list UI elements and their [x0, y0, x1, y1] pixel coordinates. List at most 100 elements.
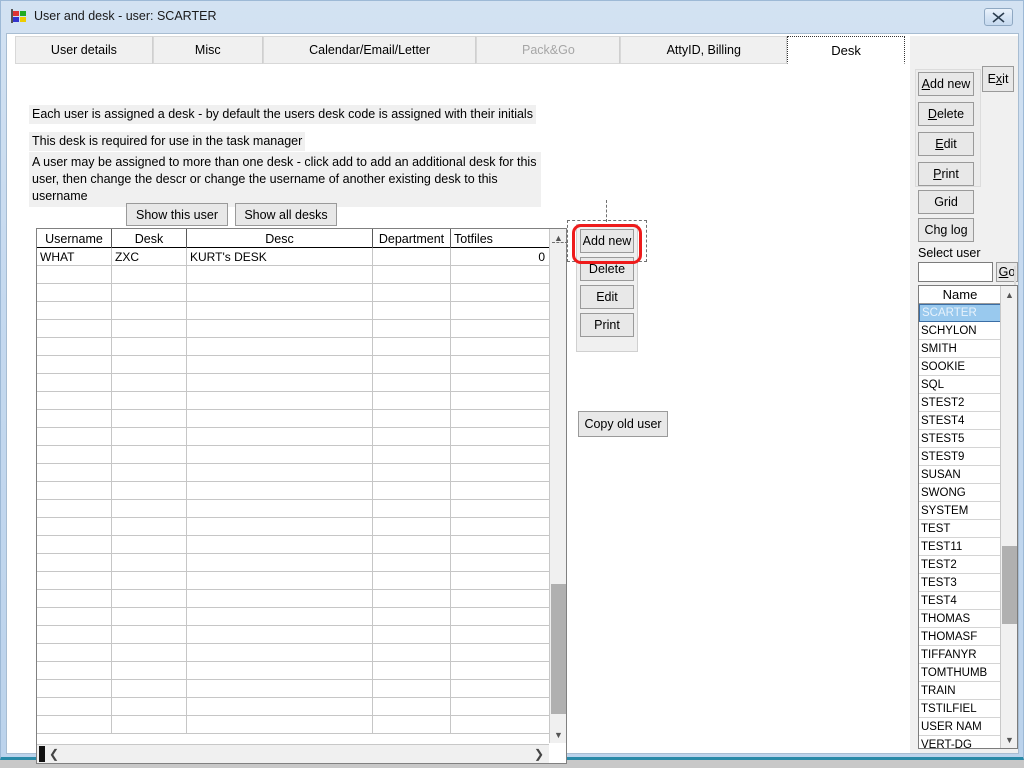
cell-username[interactable]	[37, 590, 112, 608]
table-row[interactable]	[37, 356, 550, 374]
cell-desk[interactable]	[112, 662, 187, 680]
table-row[interactable]	[37, 680, 550, 698]
cell-totfiles[interactable]: 0	[451, 248, 548, 266]
cell-totfiles[interactable]	[451, 446, 548, 464]
cell-desk[interactable]	[112, 338, 187, 356]
grid-body[interactable]: WHAT ZXC KURT's DESK 0	[37, 248, 550, 743]
cell-desk[interactable]	[112, 608, 187, 626]
table-row[interactable]	[37, 374, 550, 392]
cell-totfiles[interactable]	[451, 464, 548, 482]
cell-department[interactable]	[373, 500, 451, 518]
list-item[interactable]: SUSAN	[919, 466, 1001, 484]
grid-vertical-scroll-thumb[interactable]	[551, 584, 566, 714]
list-item[interactable]: SYSTEM	[919, 502, 1001, 520]
list-item[interactable]: SOOKIE	[919, 358, 1001, 376]
list-item[interactable]: TEST11	[919, 538, 1001, 556]
cell-username[interactable]	[37, 446, 112, 464]
cell-department[interactable]	[373, 626, 451, 644]
grid-horizontal-scrollbar[interactable]: ❮ ❯	[37, 744, 550, 763]
cell-totfiles[interactable]	[451, 500, 548, 518]
cell-totfiles[interactable]	[451, 680, 548, 698]
cell-desc[interactable]: KURT's DESK	[187, 248, 373, 266]
cell-desc[interactable]	[187, 662, 373, 680]
cell-totfiles[interactable]	[451, 356, 548, 374]
cell-desk[interactable]	[112, 266, 187, 284]
cell-totfiles[interactable]	[451, 410, 548, 428]
table-row[interactable]	[37, 662, 550, 680]
cell-username[interactable]	[37, 320, 112, 338]
list-item[interactable]: STEST2	[919, 394, 1001, 412]
cell-department[interactable]	[373, 410, 451, 428]
list-item[interactable]: SMITH	[919, 340, 1001, 358]
user-list-scrollbar[interactable]: ▲ ▼	[1000, 286, 1017, 748]
list-item[interactable]: THOMAS	[919, 610, 1001, 628]
cell-desc[interactable]	[187, 356, 373, 374]
table-row[interactable]	[37, 698, 550, 716]
list-item[interactable]: STEST9	[919, 448, 1001, 466]
list-item[interactable]: TEST2	[919, 556, 1001, 574]
cell-totfiles[interactable]	[451, 716, 548, 734]
cell-username[interactable]	[37, 392, 112, 410]
cell-desk[interactable]	[112, 698, 187, 716]
cell-totfiles[interactable]	[451, 518, 548, 536]
cell-username[interactable]	[37, 572, 112, 590]
cell-department[interactable]	[373, 680, 451, 698]
cell-username[interactable]	[37, 266, 112, 284]
cell-desk[interactable]	[112, 356, 187, 374]
grid-column-header-desk[interactable]: Desk	[112, 229, 187, 248]
cell-username[interactable]	[37, 500, 112, 518]
table-row[interactable]	[37, 644, 550, 662]
cell-desk[interactable]	[112, 554, 187, 572]
cell-desk[interactable]	[112, 716, 187, 734]
cell-department[interactable]	[373, 590, 451, 608]
cell-desc[interactable]	[187, 554, 373, 572]
cell-username[interactable]	[37, 410, 112, 428]
user-name-list[interactable]: Name SCARTER SCHYLON SMITH SOOKIE SQL STEST2 S…	[918, 285, 1018, 749]
chevron-right-icon[interactable]: ❯	[534, 747, 544, 761]
grid-column-header-totfiles[interactable]: Totfiles	[451, 229, 548, 248]
cell-username[interactable]	[37, 428, 112, 446]
cell-department[interactable]	[373, 302, 451, 320]
cell-desc[interactable]	[187, 518, 373, 536]
tab-attyid-billing[interactable]: AttyID, Billing	[620, 36, 788, 64]
cell-department[interactable]	[373, 248, 451, 266]
cell-department[interactable]	[373, 428, 451, 446]
table-row[interactable]	[37, 608, 550, 626]
cell-department[interactable]	[373, 320, 451, 338]
copy-old-user-button[interactable]: Copy old user	[578, 411, 668, 437]
list-item[interactable]: TRAIN	[919, 682, 1001, 700]
cell-totfiles[interactable]	[451, 338, 548, 356]
cell-desk[interactable]	[112, 446, 187, 464]
tab-calendar-email-letter[interactable]: Calendar/Email/Letter	[262, 36, 477, 64]
cell-totfiles[interactable]	[451, 536, 548, 554]
select-user-input[interactable]	[918, 262, 993, 282]
cell-desc[interactable]	[187, 590, 373, 608]
show-this-user-button[interactable]: Show this user	[126, 203, 228, 226]
cell-department[interactable]	[373, 266, 451, 284]
cell-desk[interactable]	[112, 320, 187, 338]
cell-username[interactable]	[37, 662, 112, 680]
list-item[interactable]: USER NAM	[919, 718, 1001, 736]
list-item[interactable]: TSTILFIEL	[919, 700, 1001, 718]
cell-department[interactable]	[373, 518, 451, 536]
table-row[interactable]	[37, 302, 550, 320]
cell-desk[interactable]	[112, 284, 187, 302]
desk-grid[interactable]: Username Desk Desc Department Totfiles WHAT Z…	[36, 228, 567, 764]
cell-username[interactable]	[37, 374, 112, 392]
cell-department[interactable]	[373, 392, 451, 410]
sidebar-delete-button[interactable]: Delete	[918, 102, 974, 126]
show-all-desks-button[interactable]: Show all desks	[235, 203, 337, 226]
cell-desc[interactable]	[187, 482, 373, 500]
list-item[interactable]: STEST5	[919, 430, 1001, 448]
cell-desk[interactable]	[112, 590, 187, 608]
table-row[interactable]	[37, 320, 550, 338]
cell-username[interactable]	[37, 608, 112, 626]
cell-totfiles[interactable]	[451, 626, 548, 644]
chevron-down-icon[interactable]: ▼	[1001, 731, 1017, 748]
user-list-scroll-thumb[interactable]	[1002, 546, 1017, 624]
cell-desc[interactable]	[187, 302, 373, 320]
table-row[interactable]	[37, 284, 550, 302]
list-item[interactable]: TEST	[919, 520, 1001, 538]
list-item[interactable]: STEST4	[919, 412, 1001, 430]
table-row[interactable]	[37, 410, 550, 428]
